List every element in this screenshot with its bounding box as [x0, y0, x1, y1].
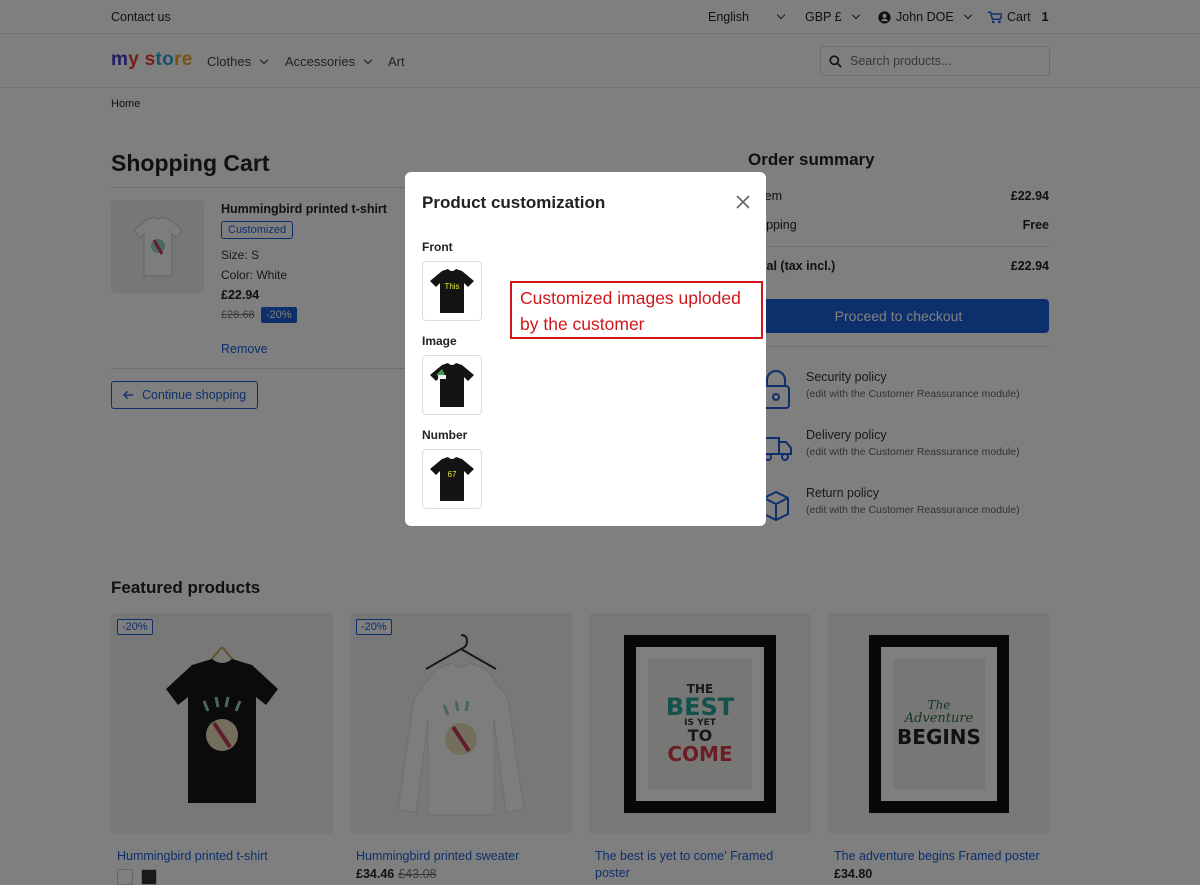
close-icon[interactable] — [735, 194, 751, 210]
annotation-callout: Customized images uploded by the custome… — [510, 281, 763, 339]
annotation-line: by the customer — [520, 314, 645, 334]
tshirt-print-text: This — [444, 282, 459, 291]
customization-image-number[interactable]: 67 — [422, 449, 482, 509]
field-label-front: Front — [422, 240, 453, 254]
tshirt-thumbnail: 67 — [430, 457, 474, 501]
annotation-line: Customized images uploded — [520, 288, 741, 308]
modal-title: Product customization — [422, 193, 606, 212]
field-label-image: Image — [422, 334, 457, 348]
field-label-number: Number — [422, 428, 468, 442]
product-customization-modal: Product customization Front This Image N… — [405, 172, 766, 526]
tshirt-print-text: 67 — [448, 470, 457, 479]
customization-image-image[interactable] — [422, 355, 482, 415]
customization-image-front[interactable]: This — [422, 261, 482, 321]
tshirt-thumbnail — [430, 363, 474, 407]
tshirt-thumbnail: This — [430, 269, 474, 313]
